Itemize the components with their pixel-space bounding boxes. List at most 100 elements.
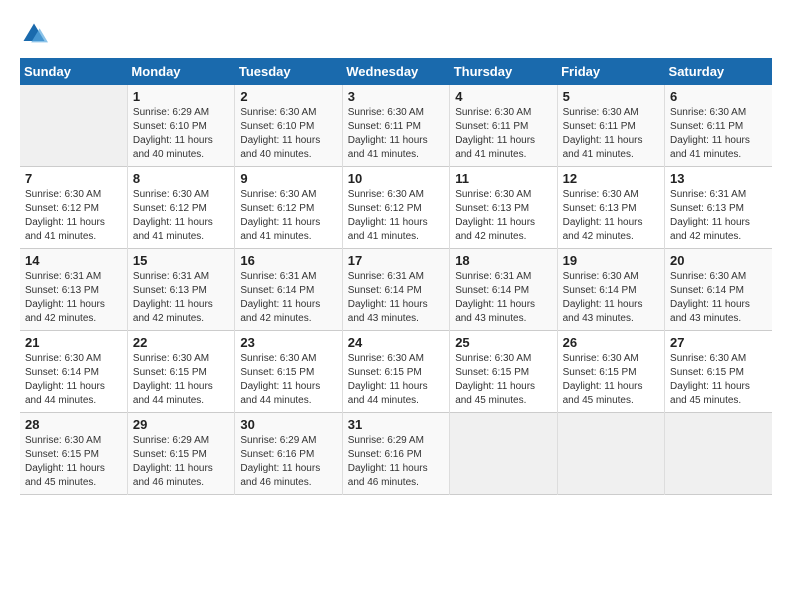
day-info: Sunrise: 6:29 AM Sunset: 6:10 PM Dayligh… [133, 106, 229, 162]
calendar-cell: 18 Sunrise: 6:31 AM Sunset: 6:14 PM Dayl… [450, 249, 557, 331]
calendar-week-row: 1 Sunrise: 6:29 AM Sunset: 6:10 PM Dayli… [20, 85, 772, 167]
day-info: Sunrise: 6:30 AM Sunset: 6:15 PM Dayligh… [348, 352, 444, 408]
calendar-table: SundayMondayTuesdayWednesdayThursdayFrid… [20, 58, 772, 495]
calendar-cell [450, 413, 557, 495]
day-info: Sunrise: 6:31 AM Sunset: 6:13 PM Dayligh… [133, 270, 229, 326]
day-info: Sunrise: 6:30 AM Sunset: 6:12 PM Dayligh… [348, 188, 444, 244]
logo [20, 20, 52, 48]
day-number: 4 [455, 89, 551, 104]
calendar-week-row: 28 Sunrise: 6:30 AM Sunset: 6:15 PM Dayl… [20, 413, 772, 495]
calendar-cell: 23 Sunrise: 6:30 AM Sunset: 6:15 PM Dayl… [235, 331, 342, 413]
calendar-cell: 9 Sunrise: 6:30 AM Sunset: 6:12 PM Dayli… [235, 167, 342, 249]
day-info: Sunrise: 6:30 AM Sunset: 6:15 PM Dayligh… [455, 352, 551, 408]
day-number: 16 [240, 253, 336, 268]
calendar-cell: 8 Sunrise: 6:30 AM Sunset: 6:12 PM Dayli… [127, 167, 234, 249]
day-number: 10 [348, 171, 444, 186]
calendar-cell: 10 Sunrise: 6:30 AM Sunset: 6:12 PM Dayl… [342, 167, 449, 249]
day-info: Sunrise: 6:31 AM Sunset: 6:13 PM Dayligh… [670, 188, 767, 244]
weekday-header: Sunday [20, 58, 127, 85]
calendar-week-row: 7 Sunrise: 6:30 AM Sunset: 6:12 PM Dayli… [20, 167, 772, 249]
day-info: Sunrise: 6:30 AM Sunset: 6:10 PM Dayligh… [240, 106, 336, 162]
day-number: 18 [455, 253, 551, 268]
day-info: Sunrise: 6:30 AM Sunset: 6:13 PM Dayligh… [563, 188, 659, 244]
calendar-cell: 25 Sunrise: 6:30 AM Sunset: 6:15 PM Dayl… [450, 331, 557, 413]
weekday-header: Monday [127, 58, 234, 85]
day-info: Sunrise: 6:30 AM Sunset: 6:15 PM Dayligh… [25, 434, 122, 490]
day-number: 28 [25, 417, 122, 432]
calendar-cell: 26 Sunrise: 6:30 AM Sunset: 6:15 PM Dayl… [557, 331, 664, 413]
day-number: 15 [133, 253, 229, 268]
weekday-header: Tuesday [235, 58, 342, 85]
day-info: Sunrise: 6:31 AM Sunset: 6:14 PM Dayligh… [348, 270, 444, 326]
calendar-cell [557, 413, 664, 495]
day-number: 21 [25, 335, 122, 350]
calendar-week-row: 21 Sunrise: 6:30 AM Sunset: 6:14 PM Dayl… [20, 331, 772, 413]
calendar-cell: 12 Sunrise: 6:30 AM Sunset: 6:13 PM Dayl… [557, 167, 664, 249]
calendar-cell: 16 Sunrise: 6:31 AM Sunset: 6:14 PM Dayl… [235, 249, 342, 331]
calendar-cell: 17 Sunrise: 6:31 AM Sunset: 6:14 PM Dayl… [342, 249, 449, 331]
calendar-cell: 14 Sunrise: 6:31 AM Sunset: 6:13 PM Dayl… [20, 249, 127, 331]
calendar-cell: 31 Sunrise: 6:29 AM Sunset: 6:16 PM Dayl… [342, 413, 449, 495]
day-number: 12 [563, 171, 659, 186]
day-number: 22 [133, 335, 229, 350]
calendar-cell [20, 85, 127, 167]
day-number: 19 [563, 253, 659, 268]
calendar-cell: 2 Sunrise: 6:30 AM Sunset: 6:10 PM Dayli… [235, 85, 342, 167]
day-info: Sunrise: 6:30 AM Sunset: 6:15 PM Dayligh… [563, 352, 659, 408]
day-info: Sunrise: 6:30 AM Sunset: 6:11 PM Dayligh… [455, 106, 551, 162]
calendar-cell: 5 Sunrise: 6:30 AM Sunset: 6:11 PM Dayli… [557, 85, 664, 167]
day-number: 23 [240, 335, 336, 350]
day-number: 3 [348, 89, 444, 104]
day-info: Sunrise: 6:30 AM Sunset: 6:15 PM Dayligh… [670, 352, 767, 408]
day-info: Sunrise: 6:30 AM Sunset: 6:15 PM Dayligh… [240, 352, 336, 408]
day-info: Sunrise: 6:30 AM Sunset: 6:13 PM Dayligh… [455, 188, 551, 244]
calendar-cell: 24 Sunrise: 6:30 AM Sunset: 6:15 PM Dayl… [342, 331, 449, 413]
page-header [20, 20, 772, 48]
day-number: 11 [455, 171, 551, 186]
day-number: 5 [563, 89, 659, 104]
day-info: Sunrise: 6:31 AM Sunset: 6:13 PM Dayligh… [25, 270, 122, 326]
day-number: 6 [670, 89, 767, 104]
day-info: Sunrise: 6:30 AM Sunset: 6:14 PM Dayligh… [563, 270, 659, 326]
day-info: Sunrise: 6:30 AM Sunset: 6:12 PM Dayligh… [25, 188, 122, 244]
calendar-cell: 29 Sunrise: 6:29 AM Sunset: 6:15 PM Dayl… [127, 413, 234, 495]
weekday-header: Saturday [665, 58, 772, 85]
day-number: 17 [348, 253, 444, 268]
day-number: 2 [240, 89, 336, 104]
calendar-cell: 20 Sunrise: 6:30 AM Sunset: 6:14 PM Dayl… [665, 249, 772, 331]
day-number: 1 [133, 89, 229, 104]
day-info: Sunrise: 6:30 AM Sunset: 6:11 PM Dayligh… [348, 106, 444, 162]
day-info: Sunrise: 6:30 AM Sunset: 6:11 PM Dayligh… [670, 106, 767, 162]
day-number: 31 [348, 417, 444, 432]
day-number: 9 [240, 171, 336, 186]
logo-icon [20, 20, 48, 48]
day-number: 7 [25, 171, 122, 186]
calendar-cell: 30 Sunrise: 6:29 AM Sunset: 6:16 PM Dayl… [235, 413, 342, 495]
day-info: Sunrise: 6:31 AM Sunset: 6:14 PM Dayligh… [240, 270, 336, 326]
calendar-cell: 6 Sunrise: 6:30 AM Sunset: 6:11 PM Dayli… [665, 85, 772, 167]
day-number: 13 [670, 171, 767, 186]
day-info: Sunrise: 6:30 AM Sunset: 6:14 PM Dayligh… [25, 352, 122, 408]
day-info: Sunrise: 6:29 AM Sunset: 6:16 PM Dayligh… [348, 434, 444, 490]
day-number: 26 [563, 335, 659, 350]
day-info: Sunrise: 6:30 AM Sunset: 6:11 PM Dayligh… [563, 106, 659, 162]
day-number: 30 [240, 417, 336, 432]
calendar-cell: 28 Sunrise: 6:30 AM Sunset: 6:15 PM Dayl… [20, 413, 127, 495]
day-number: 8 [133, 171, 229, 186]
calendar-cell: 3 Sunrise: 6:30 AM Sunset: 6:11 PM Dayli… [342, 85, 449, 167]
calendar-cell: 15 Sunrise: 6:31 AM Sunset: 6:13 PM Dayl… [127, 249, 234, 331]
calendar-cell: 22 Sunrise: 6:30 AM Sunset: 6:15 PM Dayl… [127, 331, 234, 413]
day-info: Sunrise: 6:31 AM Sunset: 6:14 PM Dayligh… [455, 270, 551, 326]
calendar-cell [665, 413, 772, 495]
day-number: 14 [25, 253, 122, 268]
day-number: 25 [455, 335, 551, 350]
calendar-cell: 7 Sunrise: 6:30 AM Sunset: 6:12 PM Dayli… [20, 167, 127, 249]
day-number: 24 [348, 335, 444, 350]
day-number: 29 [133, 417, 229, 432]
day-info: Sunrise: 6:29 AM Sunset: 6:15 PM Dayligh… [133, 434, 229, 490]
day-info: Sunrise: 6:30 AM Sunset: 6:14 PM Dayligh… [670, 270, 767, 326]
calendar-cell: 4 Sunrise: 6:30 AM Sunset: 6:11 PM Dayli… [450, 85, 557, 167]
weekday-header: Thursday [450, 58, 557, 85]
day-info: Sunrise: 6:30 AM Sunset: 6:12 PM Dayligh… [240, 188, 336, 244]
day-number: 27 [670, 335, 767, 350]
